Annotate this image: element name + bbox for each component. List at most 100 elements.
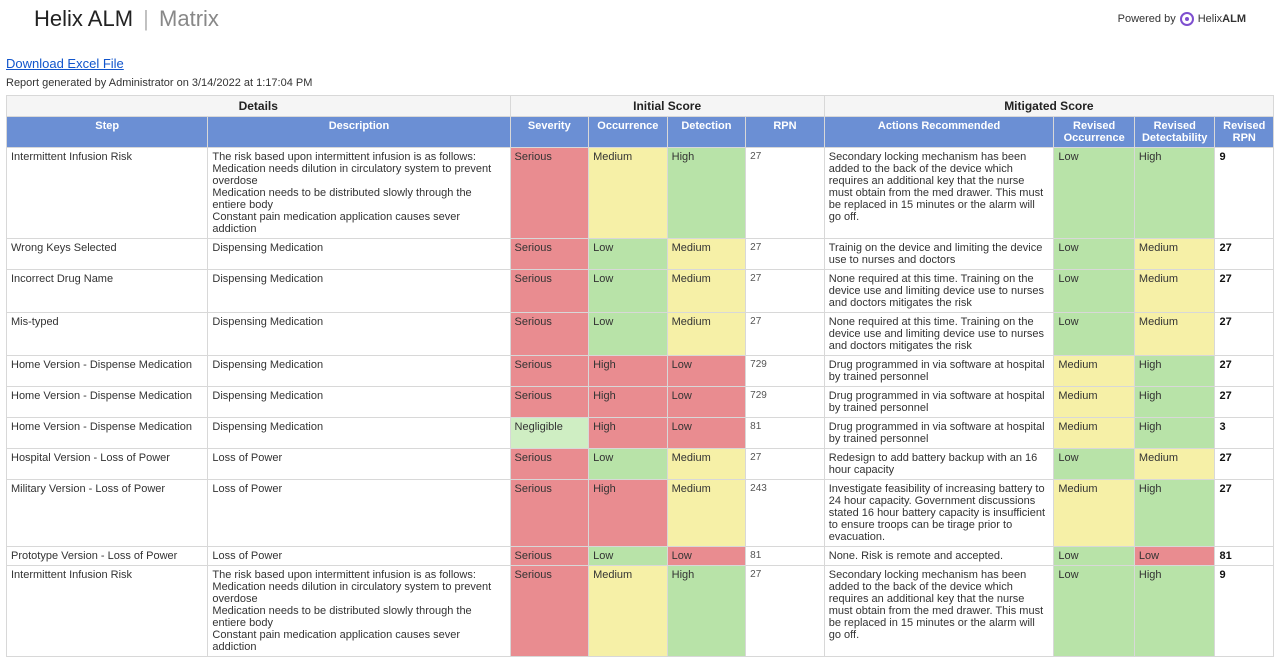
download-excel-link[interactable]: Download Excel File (6, 56, 124, 71)
cell-rev-occurrence: Low (1054, 270, 1135, 313)
risk-matrix-table: Details Initial Score Mitigated Score St… (6, 95, 1274, 657)
cell-occurrence: Low (589, 547, 668, 566)
cell-rpn: 27 (746, 566, 825, 657)
col-rpn: RPN (746, 117, 825, 148)
cell-severity: Serious (510, 356, 589, 387)
cell-rev-occurrence: Low (1054, 148, 1135, 239)
cell-rev-occurrence: Low (1054, 239, 1135, 270)
col-description: Description (208, 117, 510, 148)
cell-rev-rpn: 27 (1215, 449, 1274, 480)
cell-actions: None. Risk is remote and accepted. (824, 547, 1054, 566)
cell-description: Dispensing Medication (208, 313, 510, 356)
cell-step: Prototype Version - Loss of Power (7, 547, 208, 566)
group-header-initial: Initial Score (510, 96, 824, 117)
cell-rev-occurrence: Low (1054, 313, 1135, 356)
cell-rpn: 81 (746, 418, 825, 449)
cell-step: Home Version - Dispense Medication (7, 418, 208, 449)
col-occurrence: Occurrence (589, 117, 668, 148)
table-row: Home Version - Dispense MedicationDispen… (7, 387, 1274, 418)
cell-occurrence: High (589, 480, 668, 547)
cell-severity: Serious (510, 480, 589, 547)
cell-rpn: 27 (746, 313, 825, 356)
cell-actions: Drug programmed in via software at hospi… (824, 418, 1054, 449)
cell-actions: None required at this time. Training on … (824, 270, 1054, 313)
cell-rev-detectability: Medium (1134, 270, 1215, 313)
cell-severity: Serious (510, 270, 589, 313)
cell-rpn: 27 (746, 449, 825, 480)
col-actions: Actions Recommended (824, 117, 1054, 148)
table-row: Intermittent Infusion RiskThe risk based… (7, 566, 1274, 657)
cell-rev-occurrence: Medium (1054, 418, 1135, 449)
page-name: Matrix (159, 6, 219, 31)
page-title: Helix ALM | Matrix (34, 6, 219, 32)
cell-rpn: 729 (746, 387, 825, 418)
cell-step: Incorrect Drug Name (7, 270, 208, 313)
cell-severity: Serious (510, 387, 589, 418)
cell-rev-rpn: 27 (1215, 313, 1274, 356)
cell-step: Intermittent Infusion Risk (7, 148, 208, 239)
col-detection: Detection (667, 117, 746, 148)
cell-rev-rpn: 27 (1215, 480, 1274, 547)
cell-rev-detectability: Medium (1134, 239, 1215, 270)
cell-detection: Medium (667, 239, 746, 270)
cell-rev-detectability: High (1134, 480, 1215, 547)
cell-description: The risk based upon intermittent infusio… (208, 566, 510, 657)
cell-step: Intermittent Infusion Risk (7, 566, 208, 657)
cell-detection: Low (667, 387, 746, 418)
cell-rev-rpn: 27 (1215, 270, 1274, 313)
cell-description: Dispensing Medication (208, 270, 510, 313)
cell-step: Wrong Keys Selected (7, 239, 208, 270)
cell-actions: Drug programmed in via software at hospi… (824, 387, 1054, 418)
cell-rev-detectability: High (1134, 387, 1215, 418)
cell-actions: Secondary locking mechanism has been add… (824, 566, 1054, 657)
cell-severity: Serious (510, 566, 589, 657)
cell-occurrence: High (589, 356, 668, 387)
cell-severity: Serious (510, 239, 589, 270)
cell-actions: Drug programmed in via software at hospi… (824, 356, 1054, 387)
cell-rev-rpn: 9 (1215, 148, 1274, 239)
cell-occurrence: Medium (589, 148, 668, 239)
table-row: Hospital Version - Loss of PowerLoss of … (7, 449, 1274, 480)
cell-description: Dispensing Medication (208, 356, 510, 387)
cell-step: Military Version - Loss of Power (7, 480, 208, 547)
col-step: Step (7, 117, 208, 148)
cell-step: Mis-typed (7, 313, 208, 356)
cell-description: Dispensing Medication (208, 239, 510, 270)
table-row: Mis-typedDispensing MedicationSeriousLow… (7, 313, 1274, 356)
cell-rev-rpn: 3 (1215, 418, 1274, 449)
table-row: Home Version - Dispense MedicationDispen… (7, 356, 1274, 387)
cell-actions: Redesign to add battery backup with an 1… (824, 449, 1054, 480)
cell-detection: Medium (667, 449, 746, 480)
app-name: Helix ALM (34, 6, 133, 31)
cell-rev-occurrence: Low (1054, 449, 1135, 480)
cell-occurrence: Low (589, 449, 668, 480)
cell-occurrence: Medium (589, 566, 668, 657)
cell-description: The risk based upon intermittent infusio… (208, 148, 510, 239)
report-meta: Report generated by Administrator on 3/1… (6, 77, 1274, 89)
cell-rev-rpn: 81 (1215, 547, 1274, 566)
cell-rev-detectability: High (1134, 418, 1215, 449)
cell-severity: Serious (510, 148, 589, 239)
helix-logo-icon (1180, 12, 1194, 26)
cell-rev-rpn: 27 (1215, 387, 1274, 418)
brand-part-a: Helix (1198, 13, 1222, 25)
cell-step: Hospital Version - Loss of Power (7, 449, 208, 480)
cell-rev-detectability: Low (1134, 547, 1215, 566)
cell-detection: Low (667, 547, 746, 566)
cell-rev-occurrence: Low (1054, 547, 1135, 566)
cell-detection: Low (667, 418, 746, 449)
cell-rev-detectability: High (1134, 566, 1215, 657)
cell-severity: Serious (510, 449, 589, 480)
cell-occurrence: High (589, 418, 668, 449)
cell-rev-occurrence: Medium (1054, 480, 1135, 547)
cell-actions: Trainig on the device and limiting the d… (824, 239, 1054, 270)
cell-severity: Serious (510, 547, 589, 566)
cell-detection: Low (667, 356, 746, 387)
col-rev-rpn: Revised RPN (1215, 117, 1274, 148)
cell-rev-occurrence: Medium (1054, 387, 1135, 418)
cell-detection: Medium (667, 313, 746, 356)
table-row: Military Version - Loss of PowerLoss of … (7, 480, 1274, 547)
cell-rpn: 27 (746, 148, 825, 239)
cell-occurrence: Low (589, 239, 668, 270)
cell-description: Dispensing Medication (208, 387, 510, 418)
